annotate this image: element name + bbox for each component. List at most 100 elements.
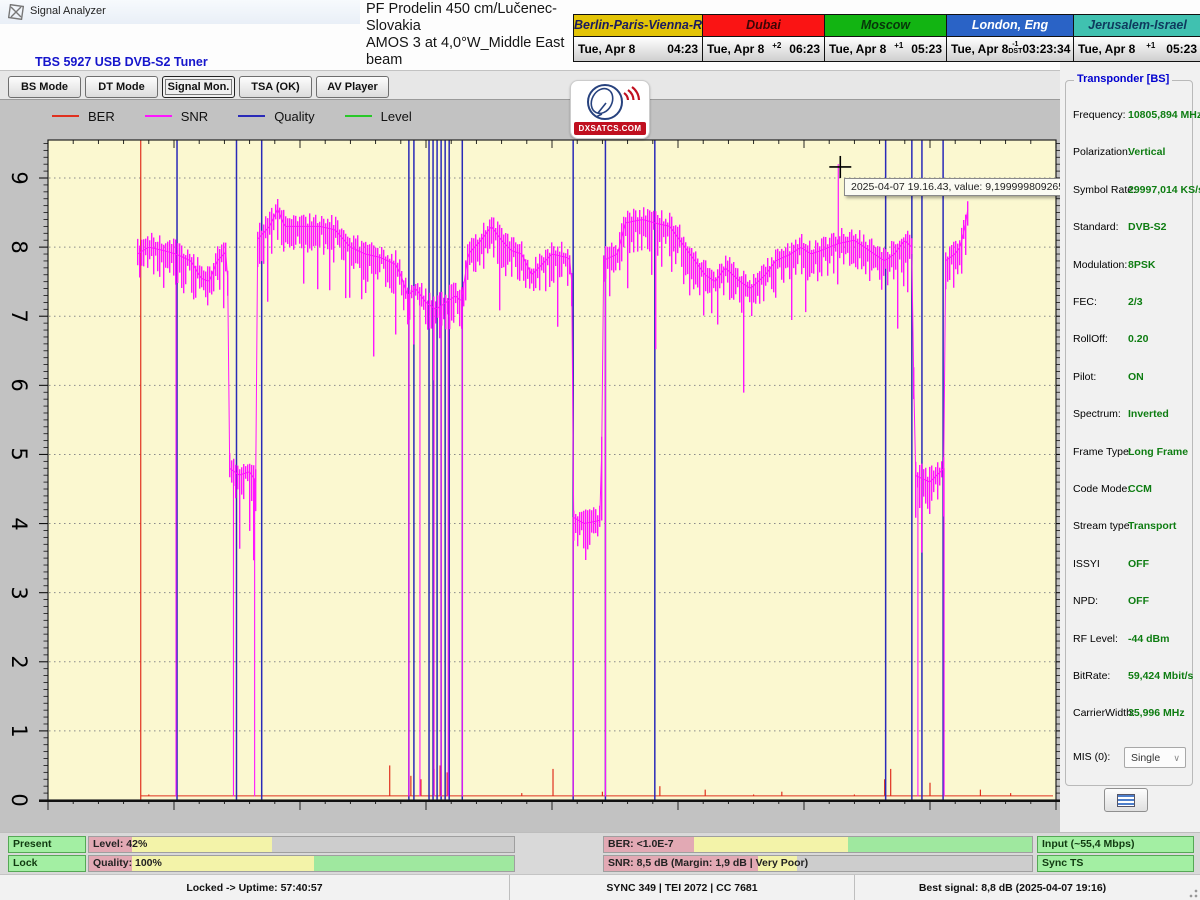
site-info-line: PF Prodelin 450 cm/Lučenec-Slovakia (366, 1, 581, 35)
transponder-row: CarrierWidth:35,996 MHz (1066, 705, 1192, 725)
clock-time-row: Tue, Apr 8-1DST03:23:34 (947, 37, 1073, 61)
clock-dubai: DubaiTue, Apr 8+206:23 (703, 15, 825, 61)
transponder-row-label: FEC: (1073, 296, 1097, 308)
transponder-row-value: DVB-S2 (1128, 221, 1167, 233)
transponder-row-value: Vertical (1128, 146, 1165, 158)
transponder-row: BitRate:59,424 Mbit/s (1066, 668, 1192, 688)
mis-select[interactable]: Single∨ (1124, 747, 1186, 768)
progress-bar-snr: SNR: 8,5 dB (Margin: 1,9 dB | Very Poor) (603, 855, 1033, 872)
signal-analyzer-window: Signal Analyzer – □ ✕ TBS 5927 USB DVB-S… (0, 0, 1200, 900)
y-axis-label: 7 (5, 303, 31, 329)
clock-london-eng: London, EngTue, Apr 8-1DST03:23:34 (947, 15, 1074, 61)
transponder-row: Standard:DVB-S2 (1066, 219, 1192, 239)
level-legend-swatch (345, 115, 372, 117)
transponder-row: RF Level:-44 dBm (1066, 631, 1192, 651)
transponder-list-button[interactable] (1104, 788, 1148, 812)
chart-plot[interactable] (0, 128, 1060, 832)
chart-value-tooltip: 2025-04-07 19.16.43, value: 9,1999998092… (844, 178, 1083, 196)
clock-date: Tue, Apr 8 (578, 42, 635, 56)
clock-time: 04:23 (667, 42, 698, 56)
monitor-row: LockQuality: 100%SNR: 8,5 dB (Margin: 1,… (0, 855, 1200, 872)
transponder-row-value: Long Frame (1128, 446, 1188, 458)
transponder-row-label: Modulation: (1073, 259, 1127, 271)
signal-chart[interactable]: BERSNRQualityLevel 0123456789 (0, 100, 1060, 832)
y-axis-label: 2 (5, 649, 31, 675)
transponder-row-value: OFF (1128, 595, 1149, 607)
transponder-row-value: ON (1128, 371, 1144, 383)
transponder-row-label: Stream type: (1073, 520, 1133, 532)
clock-time-row: Tue, Apr 8 04:23 (574, 37, 702, 61)
transponder-row-label: Spectrum: (1073, 408, 1121, 420)
clock-time: 03:23:34 (1022, 42, 1070, 56)
snr-legend-swatch (145, 115, 172, 117)
bar-text: Level: 42% (93, 838, 147, 850)
transponder-row: Frame Type:Long Frame (1066, 444, 1192, 464)
status-box-present: Present (8, 836, 86, 853)
y-axis-label: 4 (5, 511, 31, 537)
clock-offset: -1DST (1008, 41, 1022, 58)
toolbar-button-av-player[interactable]: AV Player (316, 76, 389, 98)
transponder-row-value: OFF (1128, 558, 1149, 570)
status-box-right: Input (~55,4 Mbps) (1037, 836, 1194, 853)
toolbar-button-bs-mode[interactable]: BS Mode (8, 76, 81, 98)
resize-grip[interactable] (1186, 886, 1198, 898)
y-axis-label: 6 (5, 372, 31, 398)
toolbar-button-signal-mon-[interactable]: Signal Mon. (162, 76, 235, 98)
clock-time-row: Tue, Apr 8+206:23 (703, 37, 824, 61)
toolbar-button-dt-mode[interactable]: DT Mode (85, 76, 158, 98)
transponder-row-value: Inverted (1128, 408, 1169, 420)
transponder-row: Symbol Rate:29997,014 KS/s (1066, 182, 1192, 202)
transponder-row-value: 35,996 MHz (1128, 707, 1185, 719)
clock-date: Tue, Apr 8 (1078, 42, 1135, 56)
list-icon (1117, 794, 1135, 807)
window-title: Signal Analyzer (30, 5, 106, 17)
y-axis-label: 3 (5, 580, 31, 606)
clock-offset-value: +1 (894, 41, 903, 50)
clock-time-row: Tue, Apr 8 +1 05:23 (825, 37, 946, 61)
site-info-line: AMOS 3 at 4,0°W_Middle East beam (366, 35, 581, 69)
transponder-row-value: Transport (1128, 520, 1176, 532)
y-axis-label: 1 (5, 718, 31, 744)
chevron-down-icon: ∨ (1173, 748, 1180, 768)
y-axis-label: 0 (5, 787, 31, 813)
mis-label: MIS (0): (1073, 751, 1110, 763)
transponder-row-value: 2/3 (1128, 296, 1143, 308)
transponder-row-value: -44 dBm (1128, 633, 1169, 645)
chart-legend: BERSNRQualityLevel (52, 106, 442, 126)
clock-offset-dst: -1DST (1008, 41, 1022, 55)
clock-city-label: London, Eng (947, 15, 1073, 37)
status-bar: Locked -> Uptime: 57:40:57 SYNC 349 | TE… (0, 874, 1200, 900)
transponder-row: Modulation:8PSK (1066, 257, 1192, 277)
transponder-mis-row: MIS (0): Single∨ (1066, 749, 1192, 769)
monitor-row: PresentLevel: 42%BER: <1.0E-7Input (~55,… (0, 836, 1200, 853)
quality-legend-swatch (238, 115, 265, 117)
transponder-row-label: ISSYI (1073, 558, 1100, 570)
transponder-groupbox: Transponder [BS] Frequency:10805,894 MHz… (1065, 80, 1193, 786)
transponder-row: Polarization:Vertical (1066, 144, 1192, 164)
ber-legend-swatch (52, 115, 79, 117)
transponder-row: Frequency:10805,894 MHz (1066, 107, 1192, 127)
transponder-row-label: Polarization: (1073, 146, 1131, 158)
clock-time: 05:23 (911, 42, 942, 56)
clock-berlin-paris-vienna-roma: Berlin-Paris-Vienna-RomaTue, Apr 804:23 (574, 15, 703, 61)
status-uptime: Locked -> Uptime: 57:40:57 (0, 875, 510, 900)
logo-text: DXSATCS.COM (574, 122, 646, 135)
progress-bar-level: Level: 42% (88, 836, 515, 853)
clock-city-label: Moscow (825, 15, 946, 37)
transponder-row-value: CCM (1128, 483, 1152, 495)
transponder-row-label: Frequency: (1073, 109, 1126, 121)
world-clocks: Berlin-Paris-Vienna-RomaTue, Apr 804:23D… (573, 14, 1200, 62)
clock-time: 06:23 (789, 42, 820, 56)
status-box-lock: Lock (8, 855, 86, 872)
transponder-row: Pilot:ON (1066, 369, 1192, 389)
transponder-row: Spectrum: Inverted (1066, 406, 1192, 426)
status-box-right: Sync TS (1037, 855, 1194, 872)
y-axis-label: 8 (5, 234, 31, 260)
legend-label-level: Level (381, 109, 412, 124)
clock-city-label: Jerusalem-Israel (1074, 15, 1200, 37)
y-axis-label: 9 (5, 165, 31, 191)
bar-text: SNR: 8,5 dB (Margin: 1,9 dB | Very Poor) (608, 857, 808, 869)
satellite-dish-icon (572, 81, 648, 121)
clock-date: Tue, Apr 8 (829, 42, 886, 56)
toolbar-button-tsa-ok-[interactable]: TSA (OK) (239, 76, 312, 98)
